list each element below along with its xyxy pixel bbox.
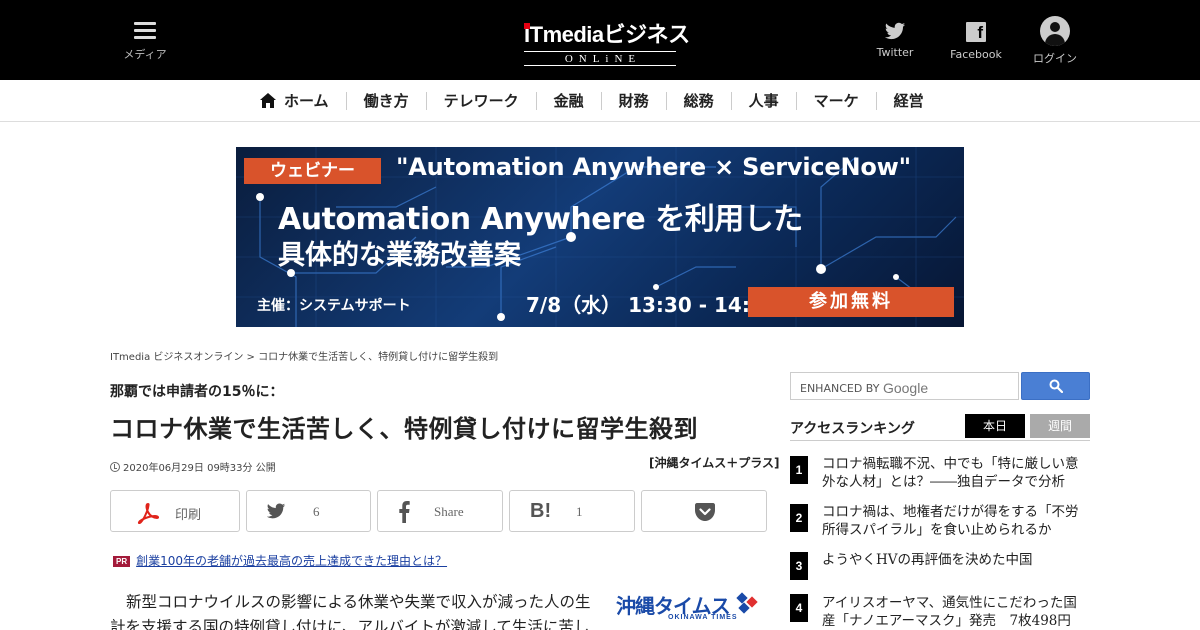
clock-icon <box>110 462 120 472</box>
search-prefix: ENHANCED BY <box>800 382 880 395</box>
site-search-input[interactable]: ENHANCED BY Google <box>790 372 1019 400</box>
login-label: ログイン <box>1033 52 1077 65</box>
user-avatar-icon <box>1040 16 1070 46</box>
webinar-banner-ad[interactable]: ウェビナー "Automation Anywhere × ServiceNow"… <box>236 147 964 327</box>
hatena-bookmark-icon: B! <box>530 500 552 522</box>
nav-item-home[interactable]: ホーム <box>250 92 346 110</box>
facebook-share-label: Share <box>434 504 464 519</box>
tweet-button[interactable]: 6 <box>246 490 371 532</box>
media-menu-label: メディア <box>123 48 167 61</box>
facebook-link[interactable]: f Facebook <box>948 20 1004 61</box>
ranking-title: ようやくHVの再評価を決めた中国 <box>822 552 1033 568</box>
facebook-share-button[interactable]: Share <box>377 490 503 532</box>
okinawa-times-sub: OKINAWA TIMES <box>668 614 738 621</box>
ranking-number: 1 <box>790 456 808 484</box>
body-line-2: 計を支援する国の特例貸し付けに、アルバイトが激減して生活に苦し <box>110 618 590 630</box>
ranking-title: アイリスオーヤマ、通気性にこだわった国産「ナノエアーマスク」発売 7枚498円 <box>822 595 1077 629</box>
media-menu-button[interactable]: メディア <box>122 22 168 62</box>
pocket-icon <box>695 503 715 521</box>
banner-host: 主催：システムサポート <box>257 298 411 314</box>
banner-title-line2: 具体的な業務改善案 <box>278 240 521 271</box>
body-line-1: 新型コロナウイルスの影響による休業や失業で収入が減った人の生 <box>126 593 591 611</box>
banner-date: 7/8（水） 13:30 - 14:15 <box>526 293 778 317</box>
facebook-label: Facebook <box>950 48 1002 61</box>
twitter-icon <box>266 503 286 519</box>
article-title: コロナ休業で生活苦しく、特例貸し付けに留学生殺到 <box>110 415 698 443</box>
okinawa-times-logo: 沖縄タイムス OKINAWA TIMES <box>616 590 768 630</box>
breadcrumb[interactable]: ITmedia ビジネスオンライン > コロナ休業で生活苦しく、特例貸し付けに留… <box>110 348 498 363</box>
facebook-icon <box>399 501 410 523</box>
pr-promo-line: PR 創業100年の老舗が過去最高の売上達成できた理由とは？ <box>113 552 447 569</box>
nav-item-accounting[interactable]: 財務 <box>600 92 666 110</box>
banner-quote: "Automation Anywhere × ServiceNow" <box>396 153 911 181</box>
plus-mark-icon <box>736 592 758 614</box>
ranking-tab-week[interactable]: 週間 <box>1030 414 1090 438</box>
banner-tag: ウェビナー <box>244 158 381 184</box>
nav-item-marketing[interactable]: マーケ <box>795 92 876 110</box>
ranking-number: 2 <box>790 504 808 532</box>
search-button[interactable] <box>1021 372 1090 400</box>
banner-title-line1: Automation Anywhere を利用した <box>278 202 803 237</box>
hamburger-icon <box>134 22 156 40</box>
article-subtitle: 那覇では申請者の15％に： <box>110 384 284 400</box>
login-link[interactable]: ログイン <box>1030 16 1080 66</box>
ranking-number: 4 <box>790 594 808 622</box>
nav-item-hr[interactable]: 人事 <box>730 92 796 110</box>
tweet-count: 6 <box>313 504 320 519</box>
twitter-label: Twitter <box>876 46 914 59</box>
twitter-icon <box>884 22 906 40</box>
pr-badge: PR <box>113 556 131 567</box>
ranking-heading: アクセスランキング <box>790 421 915 437</box>
ranking-divider <box>790 440 1090 441</box>
nav-item-workstyle[interactable]: 働き方 <box>345 92 426 110</box>
pr-link[interactable]: 創業100年の老舗が過去最高の売上達成できた理由とは？ <box>136 554 447 568</box>
site-header: メディア ITmediaビジネス ONLiNE Twitter f Facebo… <box>0 0 1200 80</box>
print-button[interactable]: 印刷 <box>110 490 240 532</box>
twitter-link[interactable]: Twitter <box>872 20 918 59</box>
facebook-icon: f <box>966 22 986 42</box>
nav-item-telework[interactable]: テレワーク <box>425 92 536 110</box>
banner-cta-button[interactable]: 参加無料 <box>748 287 954 317</box>
publish-date: 2020年06月29日 09時33分 公開 <box>110 459 276 474</box>
pocket-button[interactable] <box>641 490 767 532</box>
hatena-bookmark-button[interactable]: B! 1 <box>509 490 635 532</box>
ranking-title: コロナ禍転職不況、中でも「特に厳しい意外な人材」とは？――独自データで分析 <box>822 456 1079 490</box>
ranking-number: 3 <box>790 552 808 580</box>
category-nav: ホーム 働き方 テレワーク 金融 財務 総務 人事 マーケ 経営 <box>0 80 1200 122</box>
pdf-print-icon <box>137 502 159 524</box>
logo-wordmark: ITmediaビジネス <box>524 22 690 47</box>
search-icon <box>1049 379 1063 393</box>
logo-subtitle: ONLiNE <box>524 51 676 66</box>
article-source[interactable]: [沖縄タイムス＋プラス] <box>649 454 780 471</box>
article-body: 新型コロナウイルスの影響による休業や失業で収入が減った人の生 計を支援する国の特… <box>110 590 636 630</box>
ranking-title: コロナ禍は、地権者だけが得をする「不労所得スパイラル」を食い止められるか <box>822 504 1079 538</box>
nav-item-general-affairs[interactable]: 総務 <box>665 92 731 110</box>
share-buttons: 印刷 6 Share B! 1 <box>110 490 767 532</box>
hatena-count: 1 <box>576 504 583 519</box>
nav-item-management[interactable]: 経営 <box>875 92 941 110</box>
print-label: 印刷 <box>175 507 202 522</box>
nav-item-finance[interactable]: 金融 <box>535 92 601 110</box>
home-icon <box>260 93 276 108</box>
ranking-tab-today[interactable]: 本日 <box>965 414 1025 438</box>
search-brand: Google <box>882 380 929 396</box>
site-logo[interactable]: ITmediaビジネス ONLiNE <box>524 17 690 66</box>
